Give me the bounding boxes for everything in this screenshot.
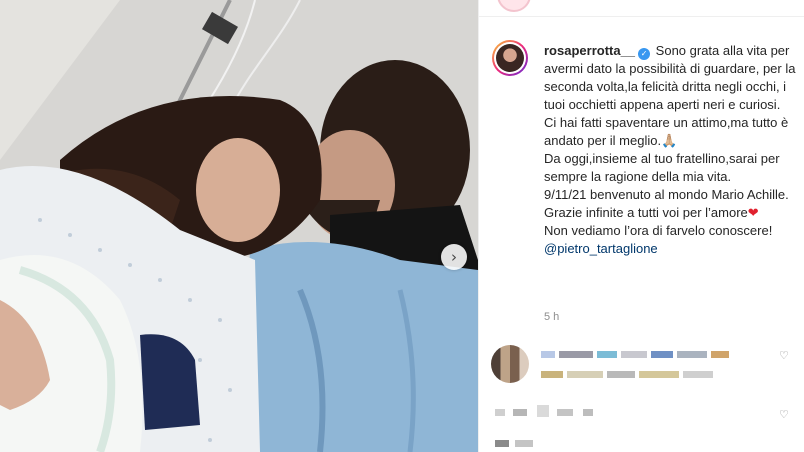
redacted-block	[541, 371, 563, 378]
redacted-block	[495, 440, 509, 447]
photo-illustration	[0, 0, 478, 452]
caption-paragraph-5: Grazie infinite a tutti voi per l’amore❤	[544, 204, 802, 222]
caption-text-4: 9/11/21 benvenuto al mondo Mario Achille…	[544, 187, 789, 202]
redacted-block	[639, 371, 679, 378]
redacted-block	[557, 409, 573, 416]
red-heart-emoji-icon: ❤	[747, 205, 759, 220]
like-comment-heart-icon[interactable]: ♡	[779, 408, 789, 421]
caption-text-3: Da oggi,insieme al tuo fratellino,sarai …	[544, 151, 780, 184]
verified-badge-icon: ✓	[638, 48, 651, 60]
redacted-block	[515, 440, 533, 447]
caption-text-5: Grazie infinite a tutti voi per l’amore	[544, 205, 748, 220]
post-timestamp[interactable]: 5 h	[544, 311, 559, 323]
redacted-block	[677, 351, 707, 358]
redacted-block	[537, 405, 549, 417]
avatar-ring	[494, 42, 526, 74]
caption-paragraph-6: Non vediamo l’ora di farvelo conoscere!	[544, 222, 802, 240]
redacted-block	[495, 409, 505, 416]
comment-avatar[interactable]	[491, 345, 529, 383]
redacted-block	[559, 351, 593, 358]
caption-paragraph-2: Ci hai fatti spaventare un attimo,ma tut…	[544, 114, 802, 150]
redacted-block	[597, 351, 617, 358]
redacted-block	[607, 371, 635, 378]
avatar-image	[496, 44, 524, 72]
redacted-block	[711, 351, 729, 358]
header-avatar[interactable]	[497, 0, 531, 12]
next-photo-button[interactable]: ›	[441, 244, 467, 270]
redacted-block	[541, 351, 555, 358]
mention-link[interactable]: @pietro_tartaglione	[544, 241, 658, 256]
caption-paragraph-4: 9/11/21 benvenuto al mondo Mario Achille…	[544, 186, 802, 204]
redacted-block	[583, 409, 593, 416]
caption-paragraph-3: Da oggi,insieme al tuo fratellino,sarai …	[544, 150, 802, 186]
post-sidebar: rosaperrotta__ ✓ Sono grata alla vita per…	[478, 0, 804, 452]
caption-text-6: Non vediamo l’ora di farvelo conoscere!	[544, 223, 773, 238]
username-link[interactable]: rosaperrotta__	[544, 43, 635, 58]
redacted-block	[683, 371, 713, 378]
caption-paragraph-1: rosaperrotta__ ✓ Sono grata alla vita per…	[544, 42, 802, 114]
redacted-block	[567, 371, 603, 378]
avatar[interactable]	[492, 40, 528, 76]
pray-emoji-icon: 🙏🏼	[661, 133, 678, 148]
post-photo: ›	[0, 0, 478, 452]
chevron-right-icon: ›	[451, 248, 457, 266]
redacted-block	[621, 351, 647, 358]
caption-paragraph-7: @pietro_tartaglione	[544, 240, 802, 258]
redacted-block	[651, 351, 673, 358]
divider	[479, 16, 804, 17]
redacted-block	[513, 409, 527, 416]
like-comment-heart-icon[interactable]: ♡	[779, 349, 789, 362]
post-caption: rosaperrotta__ ✓ Sono grata alla vita per…	[544, 42, 802, 258]
